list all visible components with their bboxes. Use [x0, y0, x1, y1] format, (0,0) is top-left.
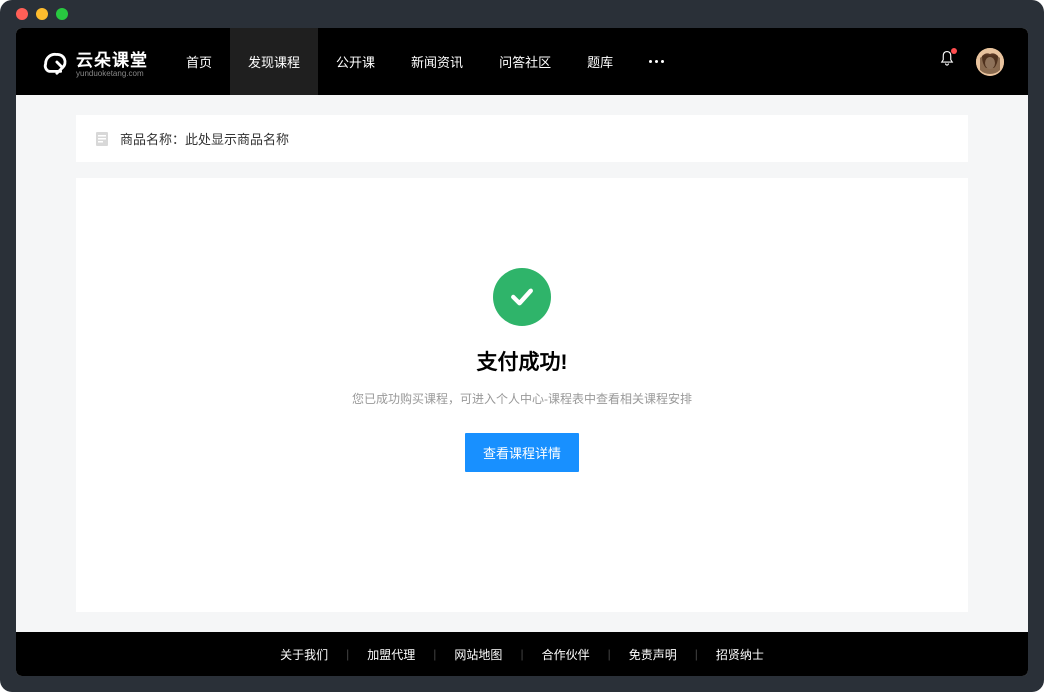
ellipsis-icon: [649, 60, 652, 63]
nav-more-button[interactable]: [631, 28, 682, 95]
footer-link-disclaimer[interactable]: 免责声明: [611, 646, 695, 663]
success-title: 支付成功!: [477, 346, 568, 376]
logo-text: 云朵课堂: [76, 46, 148, 71]
nav-item-question-bank[interactable]: 题库: [569, 28, 631, 95]
nav-item-discover-courses[interactable]: 发现课程: [230, 28, 318, 95]
notification-bell[interactable]: [938, 50, 956, 73]
avatar[interactable]: [976, 48, 1004, 76]
logo[interactable]: 云朵课堂 yunduoketang.com: [40, 46, 148, 78]
footer-link-partners[interactable]: 合作伙伴: [524, 646, 608, 663]
nav-item-qa-community[interactable]: 问答社区: [481, 28, 569, 95]
footer-link-careers[interactable]: 招贤纳士: [698, 646, 782, 663]
footer-link-sitemap[interactable]: 网站地图: [436, 646, 520, 663]
document-icon: [94, 131, 110, 147]
nav-item-open-courses[interactable]: 公开课: [318, 28, 393, 95]
cloud-logo-icon: [40, 47, 70, 77]
product-name-label: 商品名称：此处显示商品名称: [120, 129, 289, 148]
footer-link-franchise[interactable]: 加盟代理: [349, 646, 433, 663]
footer: 关于我们 | 加盟代理 | 网站地图 | 合作伙伴 | 免责声明 | 招贤纳士: [16, 632, 1028, 676]
success-subtitle: 您已成功购买课程，可进入个人中心-课程表中查看相关课程安排: [352, 390, 692, 407]
window-titlebar: [0, 0, 1044, 28]
product-name-bar: 商品名称：此处显示商品名称: [76, 115, 968, 162]
nav-items: 首页 发现课程 公开课 新闻资讯 问答社区 题库: [168, 28, 682, 95]
notification-dot: [951, 48, 957, 54]
logo-subtext: yunduoketang.com: [76, 69, 148, 78]
window-minimize-button[interactable]: [36, 8, 48, 20]
success-card: 支付成功! 您已成功购买课程，可进入个人中心-课程表中查看相关课程安排 查看课程…: [76, 178, 968, 612]
success-checkmark-icon: [493, 268, 551, 326]
footer-link-about[interactable]: 关于我们: [262, 646, 346, 663]
window-close-button[interactable]: [16, 8, 28, 20]
nav-item-news[interactable]: 新闻资讯: [393, 28, 481, 95]
view-course-details-button[interactable]: 查看课程详情: [465, 433, 579, 472]
window-maximize-button[interactable]: [56, 8, 68, 20]
nav-header: 云朵课堂 yunduoketang.com 首页 发现课程 公开课 新闻资讯 问…: [16, 28, 1028, 95]
nav-item-home[interactable]: 首页: [168, 28, 230, 95]
